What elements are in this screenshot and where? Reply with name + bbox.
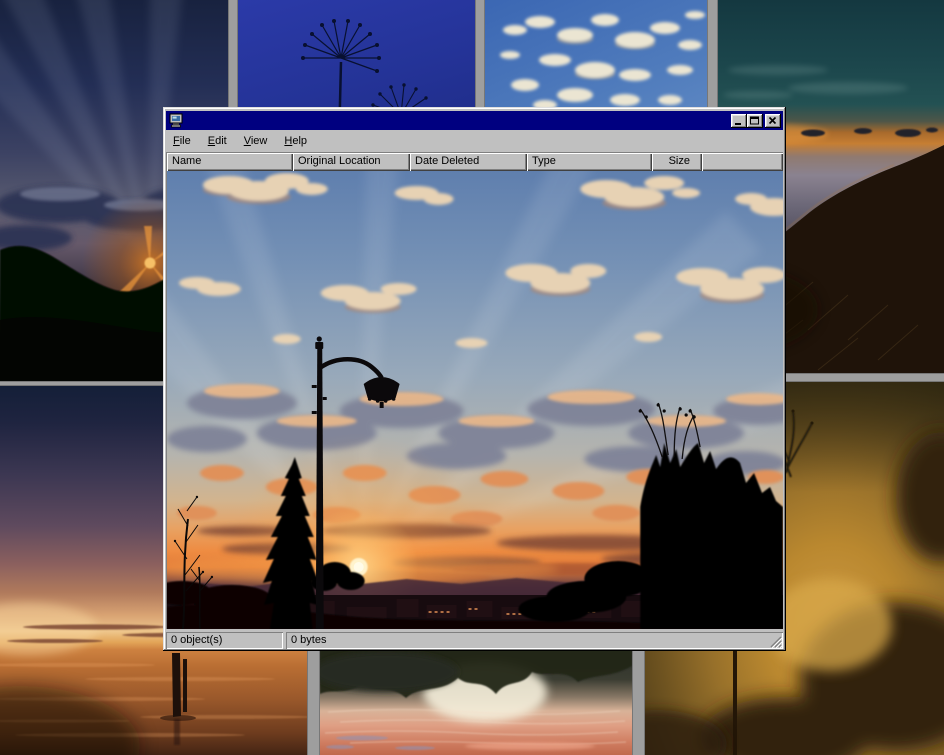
wallpaper-tile-water-reflection: [320, 650, 632, 755]
maximize-icon: [747, 114, 763, 128]
column-header-date-deleted[interactable]: Date Deleted: [410, 153, 527, 171]
column-header-name[interactable]: Name: [167, 153, 293, 171]
column-header-size[interactable]: Size: [652, 153, 702, 171]
status-bytes: 0 bytes: [286, 632, 783, 649]
desktop: { "window": { "title": "", "menu_items":…: [0, 0, 944, 755]
computer-icon[interactable]: [169, 113, 184, 128]
column-header-filler: [702, 153, 783, 171]
list-content-area[interactable]: [167, 171, 783, 629]
maximize-button[interactable]: [747, 114, 763, 128]
column-header-type[interactable]: Type: [527, 153, 652, 171]
status-bar: 0 object(s) 0 bytes: [166, 632, 783, 649]
menu-file[interactable]: File: [166, 133, 198, 149]
file-list-view: Name Original Location Date Deleted Type…: [166, 152, 783, 629]
close-button[interactable]: [765, 114, 781, 128]
minimize-button[interactable]: [731, 114, 747, 128]
title-bar[interactable]: [166, 111, 783, 130]
sunset-lamp-photo: [167, 171, 783, 629]
menu-help[interactable]: Help: [277, 133, 314, 149]
close-icon: [765, 114, 781, 128]
status-objects: 0 object(s): [166, 632, 283, 649]
column-header-original-location[interactable]: Original Location: [293, 153, 410, 171]
menu-edit[interactable]: Edit: [201, 133, 234, 149]
column-header-row: Name Original Location Date Deleted Type…: [167, 153, 783, 171]
minimize-icon: [731, 114, 747, 128]
menu-view[interactable]: View: [237, 133, 275, 149]
menu-bar: File Edit View Help: [166, 131, 783, 151]
resize-grip-icon[interactable]: [769, 635, 782, 648]
recycle-bin-window: File Edit View Help Name Original Locati…: [163, 107, 786, 651]
